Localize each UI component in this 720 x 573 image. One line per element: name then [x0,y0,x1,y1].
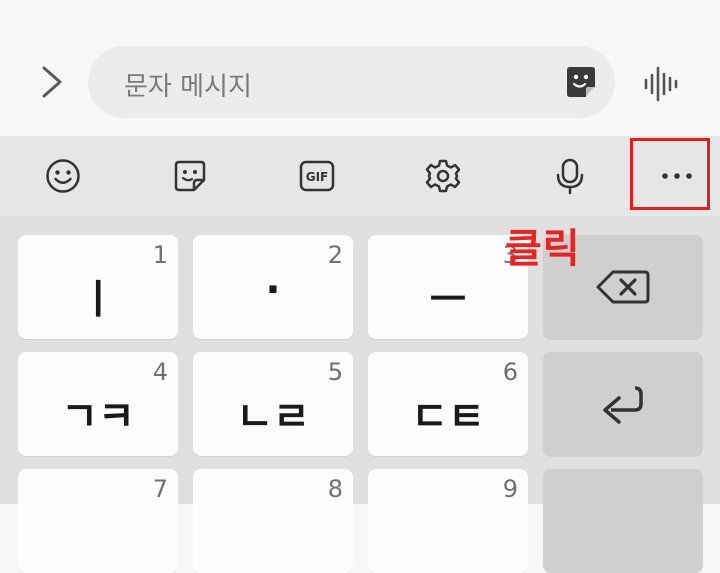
expand-button[interactable] [30,58,74,106]
settings-gear-icon [425,159,461,193]
keyboard-toolbar: GIF [0,136,720,216]
sticker-button[interactable] [170,156,210,196]
key-4-char: ㄱㅋ [61,394,135,440]
keyboard: 1 ㅣ 2 · 3 ㅡ 4 ㄱㅋ 5 ㄴㄹ 6 ㄷㅌ 7 8 9 [0,216,720,573]
key-1-char: ㅣ [79,277,117,323]
key-4-number: 4 [152,358,168,386]
key-5-number: 5 [327,358,343,386]
gif-button[interactable]: GIF [297,156,337,196]
key-6-number: 6 [502,358,518,386]
emoji-icon [46,159,80,193]
key-8-number: 8 [327,475,343,503]
key-7-number: 7 [152,475,168,503]
message-placeholder: 문자 메시지 [124,72,252,102]
voice-input-button[interactable] [640,62,684,106]
function-key[interactable] [543,469,703,573]
key-9-number: 9 [502,475,518,503]
key-9[interactable]: 9 [368,469,528,573]
microphone-icon [556,158,584,195]
sticker-icon[interactable] [563,64,599,100]
enter-key[interactable] [543,352,703,456]
key-5[interactable]: 5 ㄴㄹ [193,352,353,456]
key-2[interactable]: 2 · [193,235,353,339]
gif-label: GIF [306,170,329,184]
enter-icon [603,386,643,424]
key-3[interactable]: 3 ㅡ [368,235,528,339]
key-2-char: · [265,267,281,313]
gif-icon: GIF [299,160,335,192]
sticker-icon [174,160,206,192]
emoji-button[interactable] [43,156,83,196]
highlight-box [630,138,710,210]
chevron-right-icon [42,66,62,98]
click-annotation: 클릭 [505,226,581,272]
key-2-number: 2 [327,241,343,269]
key-8[interactable]: 8 [193,469,353,573]
backspace-icon [596,270,650,304]
key-6[interactable]: 6 ㄷㅌ [368,352,528,456]
key-4[interactable]: 4 ㄱㅋ [18,352,178,456]
key-5-char: ㄴㄹ [236,394,310,440]
key-1[interactable]: 1 ㅣ [18,235,178,339]
key-3-char: ㅡ [429,277,467,323]
message-input[interactable]: 문자 메시지 [88,46,615,118]
waveform-icon [644,66,678,102]
key-6-char: ㄷㅌ [411,394,485,440]
voice-button[interactable] [550,156,590,196]
key-1-number: 1 [152,241,168,269]
settings-button[interactable] [423,156,463,196]
key-7[interactable]: 7 [18,469,178,573]
